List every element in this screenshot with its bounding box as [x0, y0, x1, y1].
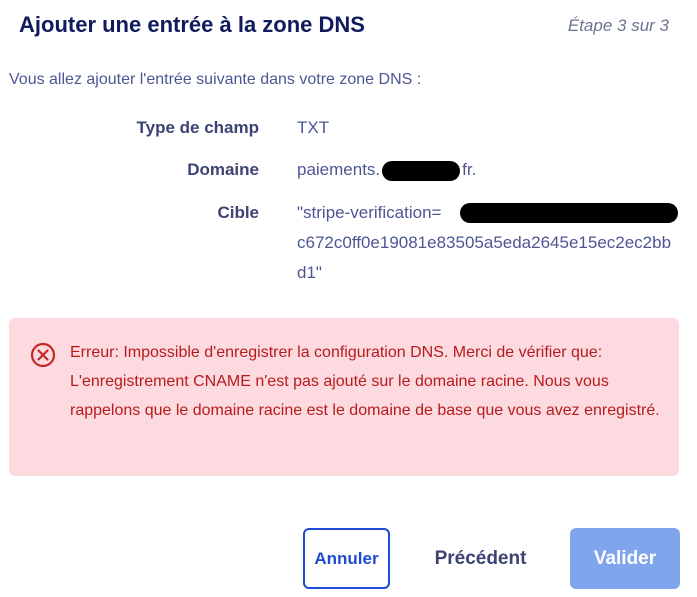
target-prefix: "stripe-verification= [297, 203, 442, 222]
field-label-target: Cible [217, 203, 259, 222]
dialog-header: Ajouter une entrée à la zone DNS Étape 3… [0, 0, 697, 56]
target-rest: c672c0ff0e19081e83505a5eda2645e15ec2ec2b… [297, 233, 672, 282]
field-value-type: TXT [297, 118, 330, 137]
domain-suffix: fr. [462, 160, 477, 179]
step-indicator: Étape 3 sur 3 [567, 16, 669, 35]
dialog-title: Ajouter une entrée à la zone DNS [19, 12, 365, 37]
validate-button[interactable]: Valider [570, 528, 680, 589]
field-label-type: Type de champ [136, 118, 260, 137]
error-circle-x-icon [30, 342, 56, 368]
error-message: Erreur: Impossible d'enregistrer la conf… [70, 344, 660, 419]
previous-button[interactable]: Précédent [418, 528, 543, 589]
cancel-button[interactable]: Annuler [303, 528, 390, 589]
redaction-bar [460, 203, 678, 223]
field-label-domain: Domaine [187, 160, 259, 179]
field-value-domain: paiements. fr. [297, 160, 476, 181]
redaction-bar [382, 160, 461, 181]
domain-prefix: paiements. [297, 160, 381, 179]
field-value-target: "stripe-verification= c672c0ff0e19081e83… [297, 198, 678, 288]
intro-text: Vous allez ajouter l'entrée suivante dan… [9, 71, 422, 88]
error-alert: Erreur: Impossible d'enregistrer la conf… [9, 318, 679, 476]
